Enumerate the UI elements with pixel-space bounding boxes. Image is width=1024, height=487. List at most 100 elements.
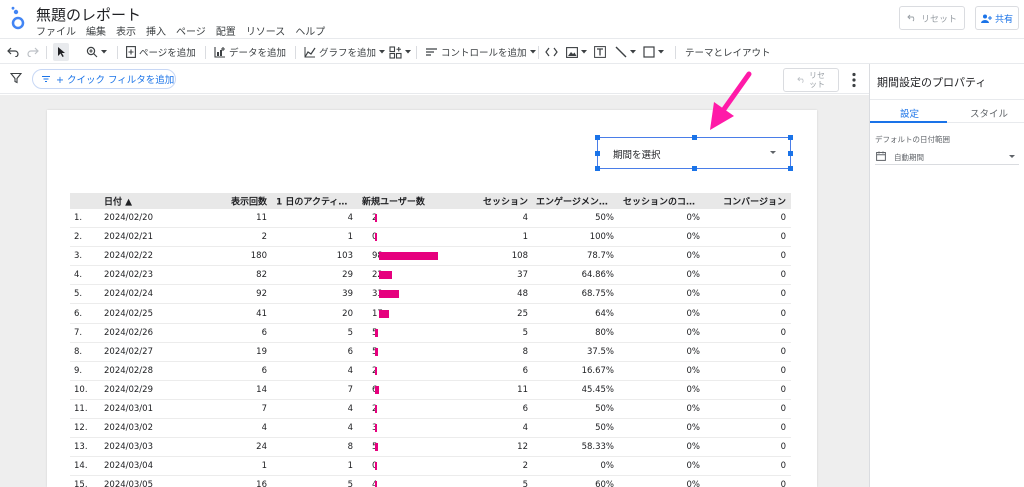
new-users-bar	[375, 214, 377, 223]
resize-handle[interactable]	[692, 166, 697, 171]
row-number: 14.	[74, 461, 88, 472]
zoom-button[interactable]	[86, 43, 107, 61]
more-options-icon[interactable]	[852, 72, 856, 88]
add-control-button[interactable]: コントロールを追加	[425, 43, 536, 61]
looker-studio-logo-icon[interactable]	[9, 6, 25, 30]
filter-icon[interactable]	[10, 72, 22, 84]
cell-sessions: 48	[517, 289, 528, 300]
row-number: 3.	[74, 251, 83, 262]
undo-button[interactable]	[7, 43, 19, 61]
chart-icon	[304, 47, 316, 58]
redo-button[interactable]	[27, 43, 39, 61]
date-range-control[interactable]: 期間を選択	[595, 135, 793, 171]
table-row[interactable]: 6. 2024/02/25 41 20 17 25 64% 0% 0	[70, 304, 791, 324]
canvas-reset-line2: ット	[809, 80, 825, 89]
header-active-users[interactable]: 1 日のアクティ…	[276, 195, 347, 208]
text-box-button[interactable]	[594, 43, 606, 61]
row-number: 2.	[74, 232, 83, 243]
menu-edit[interactable]: 編集	[86, 23, 106, 38]
resize-handle[interactable]	[595, 166, 600, 171]
table-row[interactable]: 9.2024/02/28642616.67%0%0	[70, 362, 791, 381]
cell-conversions: 0	[780, 308, 786, 319]
select-tool-button[interactable]	[53, 43, 69, 61]
menu-file[interactable]: ファイル	[36, 23, 76, 38]
cell-views: 16	[256, 480, 267, 487]
table-row[interactable]: 10.2024/02/2914761145.45%0%0	[70, 381, 791, 400]
table-row[interactable]: 14.2024/03/0411020%0%0	[70, 457, 791, 477]
insert-image-button[interactable]	[566, 43, 587, 61]
tab-settings[interactable]: 設定	[900, 106, 919, 120]
resize-handle[interactable]	[595, 151, 600, 156]
cell-session-conversion: 0%	[686, 384, 701, 395]
new-users-bar	[379, 252, 438, 261]
default-date-range-select[interactable]: 自動期間	[875, 149, 1019, 165]
row-number: 12.	[74, 423, 88, 434]
row-number: 10.	[74, 384, 88, 395]
cell-views: 180	[250, 251, 267, 262]
report-title[interactable]: 無題のレポート	[36, 4, 141, 25]
menu-page[interactable]: ページ	[176, 23, 206, 38]
share-button[interactable]: 共有	[975, 6, 1019, 30]
header-date[interactable]: 日付 ▲	[104, 195, 132, 208]
table-row[interactable]: 12.2024/03/02443450%0%0	[70, 419, 791, 439]
header-session-conversion[interactable]: セッションのコ…	[623, 195, 695, 208]
menu-resource[interactable]: リソース	[246, 23, 286, 38]
resize-handle[interactable]	[788, 151, 793, 156]
table-row[interactable]: 4. 2024/02/23 82 29 22 37 64.86% 0% 0	[70, 266, 791, 286]
table-row[interactable]: 7.2024/02/26655580%0%0	[70, 324, 791, 343]
line-button[interactable]	[615, 43, 636, 61]
canvas-reset-button[interactable]: リセ ット	[783, 68, 839, 92]
table-row[interactable]: 8.2024/02/271965837.5%0%0	[70, 343, 791, 362]
menu-arrange[interactable]: 配置	[216, 23, 236, 38]
community-viz-button[interactable]	[389, 43, 411, 61]
resize-handle[interactable]	[788, 135, 793, 140]
row-number: 7.	[74, 327, 83, 338]
resize-handle[interactable]	[595, 135, 600, 140]
cell-active-users: 20	[342, 308, 353, 319]
header-sessions[interactable]: セッション	[483, 195, 528, 208]
header-engagement[interactable]: エンゲージメン…	[536, 195, 608, 208]
cell-session-conversion: 0%	[686, 480, 701, 487]
menu-help[interactable]: ヘルプ	[295, 23, 325, 38]
table-row[interactable]: 11.2024/03/01742650%0%0	[70, 400, 791, 420]
menu-insert[interactable]: 挿入	[146, 23, 166, 38]
table-row[interactable]: 2.2024/02/212101100%0%0	[70, 228, 791, 248]
cell-active-users: 29	[342, 270, 353, 281]
table-row[interactable]: 13.2024/03/0324851258.33%0%0	[70, 438, 791, 458]
add-chart-button[interactable]: グラフを追加	[304, 43, 386, 61]
resize-handle[interactable]	[692, 135, 697, 140]
tab-style[interactable]: スタイル	[970, 106, 1008, 120]
table-row[interactable]: 3. 2024/02/22 180 103 98 108 78.7% 0% 0	[70, 247, 791, 267]
shape-button[interactable]	[643, 43, 664, 61]
menu-view[interactable]: 表示	[116, 23, 136, 38]
components-grid-icon	[389, 45, 402, 59]
header-conversions[interactable]: コンバージョン	[723, 195, 786, 208]
quick-filter-button[interactable]: + クイック フィルタを追加	[32, 69, 176, 89]
row-number: 6.	[74, 308, 83, 319]
cell-engagement: 50%	[595, 423, 614, 434]
add-page-button[interactable]: ページを追加	[126, 43, 196, 61]
theme-layout-button[interactable]: テーマとレイアウト	[685, 43, 771, 61]
data-table[interactable]: 日付 ▲ 表示回数 1 日のアクティ… 新規ユーザー数 セッション エンゲージメ…	[70, 193, 791, 487]
theme-layout-label: テーマとレイアウト	[685, 48, 771, 59]
cell-sessions: 37	[517, 270, 528, 281]
report-page[interactable]: 期間を選択 日付 ▲ 表示回数 1 日のアクティ… 新規ユーザー数 セッション …	[47, 110, 817, 487]
cell-sessions: 4	[522, 423, 528, 434]
cell-conversions: 0	[780, 442, 786, 453]
new-users-bar	[375, 481, 378, 487]
new-users-bar	[379, 309, 390, 318]
cell-sessions: 5	[522, 480, 528, 487]
embed-code-button[interactable]	[545, 43, 558, 61]
header-new-users[interactable]: 新規ユーザー数	[362, 195, 425, 208]
resize-handle[interactable]	[788, 166, 793, 171]
cell-date: 2024/02/28	[104, 365, 153, 376]
cell-sessions: 2	[522, 461, 528, 472]
add-data-button[interactable]: データを追加	[214, 43, 286, 61]
table-row[interactable]: 15.2024/03/051654560%0%0	[70, 476, 791, 487]
header-views[interactable]: 表示回数	[231, 195, 267, 208]
reset-button[interactable]: リセット	[899, 6, 965, 30]
table-row[interactable]: 5. 2024/02/24 92 39 33 48 68.75% 0% 0	[70, 285, 791, 305]
new-users-bar	[375, 328, 378, 337]
cell-date: 2024/03/01	[104, 403, 153, 414]
table-row[interactable]: 1.2024/02/201142450%0%0	[70, 209, 791, 229]
